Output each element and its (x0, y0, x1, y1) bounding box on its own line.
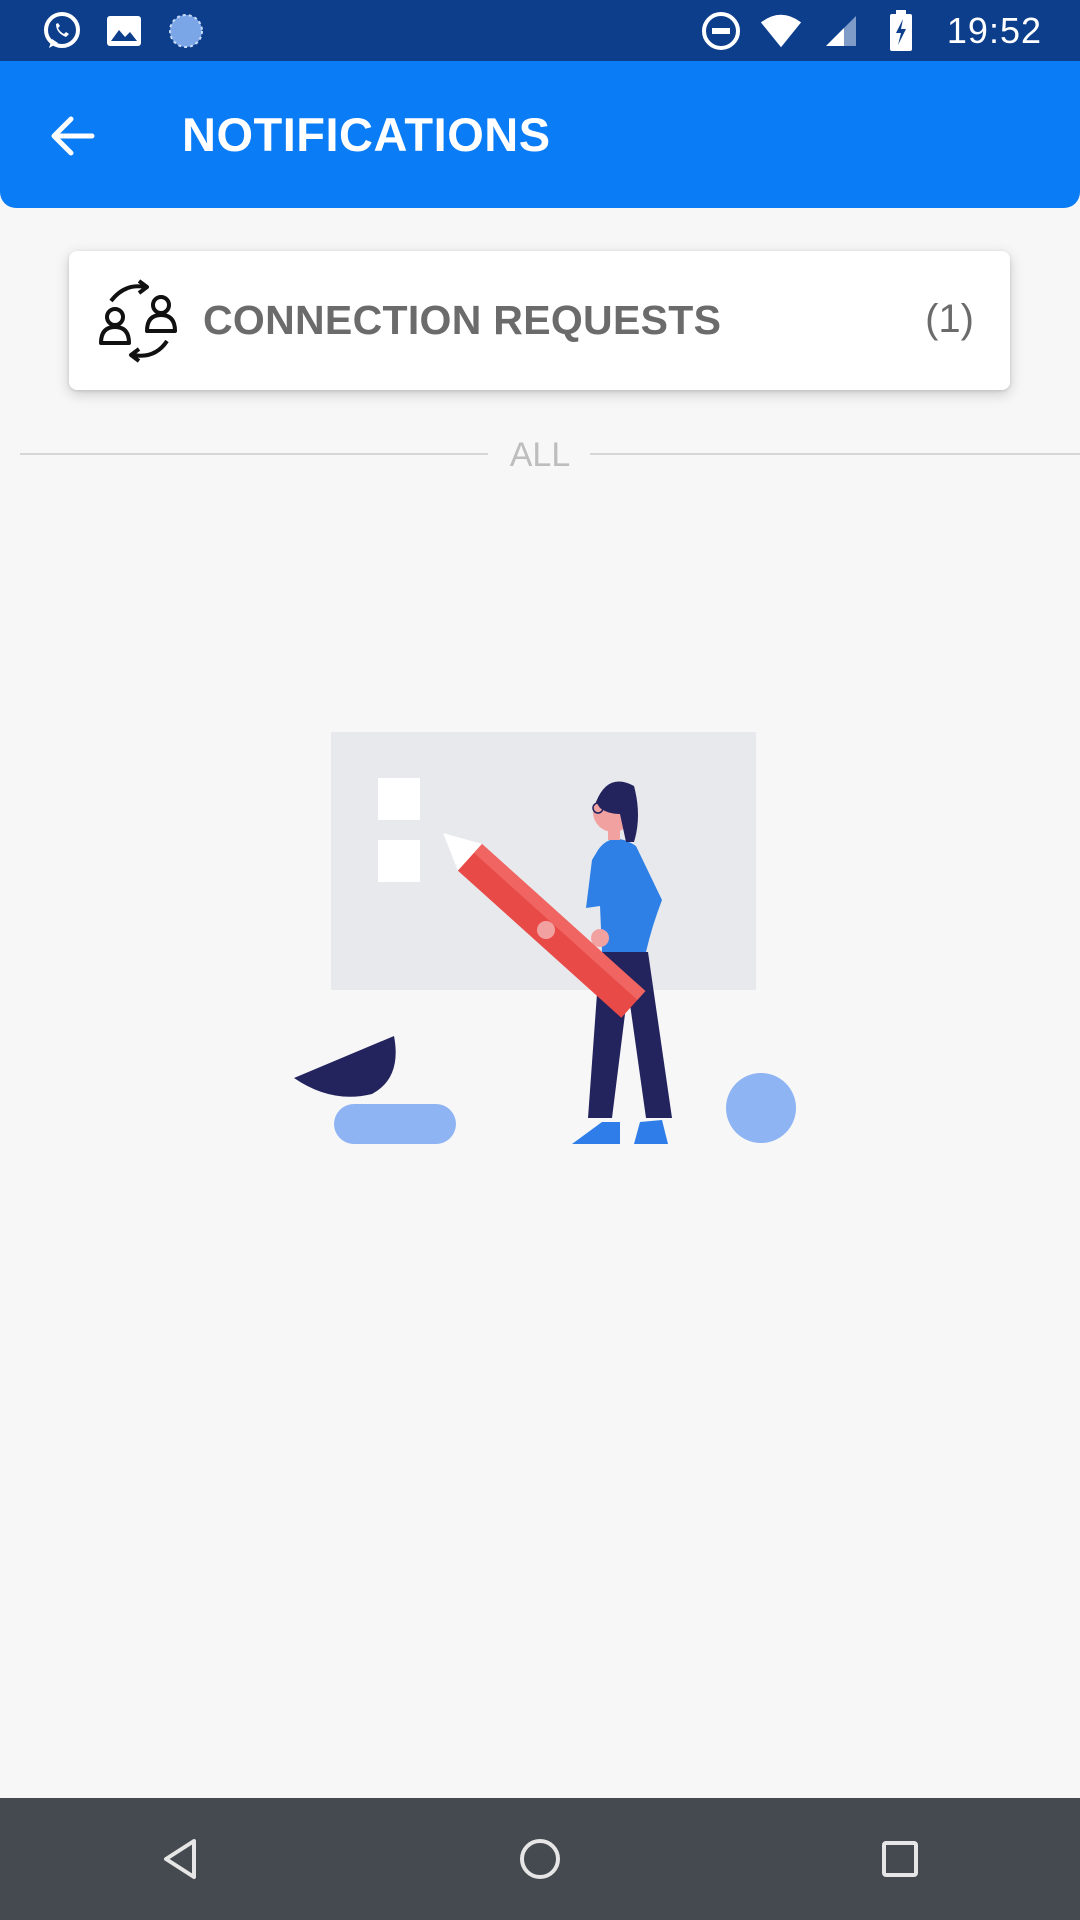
signal-icon (819, 9, 863, 53)
battery-charging-icon (879, 9, 923, 53)
divider-label: ALL (509, 436, 571, 474)
back-triangle-icon (164, 1839, 196, 1879)
do-not-disturb-icon (699, 9, 743, 53)
sync-icon (164, 9, 208, 53)
nav-recents-button[interactable] (850, 1809, 950, 1909)
back-button[interactable] (38, 101, 108, 171)
connection-requests-count: (1) (925, 297, 974, 341)
navigation-bar (0, 1798, 1080, 1920)
image-icon (102, 9, 146, 53)
empty-state-illustration (290, 730, 810, 1150)
arrow-left-icon (51, 116, 95, 156)
home-circle-icon (520, 1839, 560, 1879)
status-left-icons (40, 8, 208, 53)
whatsapp-icon (40, 9, 84, 53)
wifi-icon (759, 9, 803, 53)
divider-line-right (590, 453, 1080, 455)
recents-square-icon (882, 1841, 918, 1877)
nav-home-button[interactable] (490, 1809, 590, 1909)
nav-back-button[interactable] (130, 1809, 230, 1909)
status-time: 19:52 (946, 9, 1042, 51)
divider-line-left (20, 453, 488, 455)
page-title: NOTIFICATIONS (182, 108, 551, 161)
status-right-icons: 19:52 (699, 6, 1042, 55)
connection-requests-card[interactable]: CONNECTION REQUESTS (1) (69, 251, 1010, 390)
all-divider: ALL (20, 430, 1080, 480)
status-bar: 19:52 (0, 0, 1080, 61)
app-bar: NOTIFICATIONS (0, 61, 1080, 208)
connection-requests-label: CONNECTION REQUESTS (203, 297, 722, 343)
people-exchange-icon (97, 279, 181, 363)
